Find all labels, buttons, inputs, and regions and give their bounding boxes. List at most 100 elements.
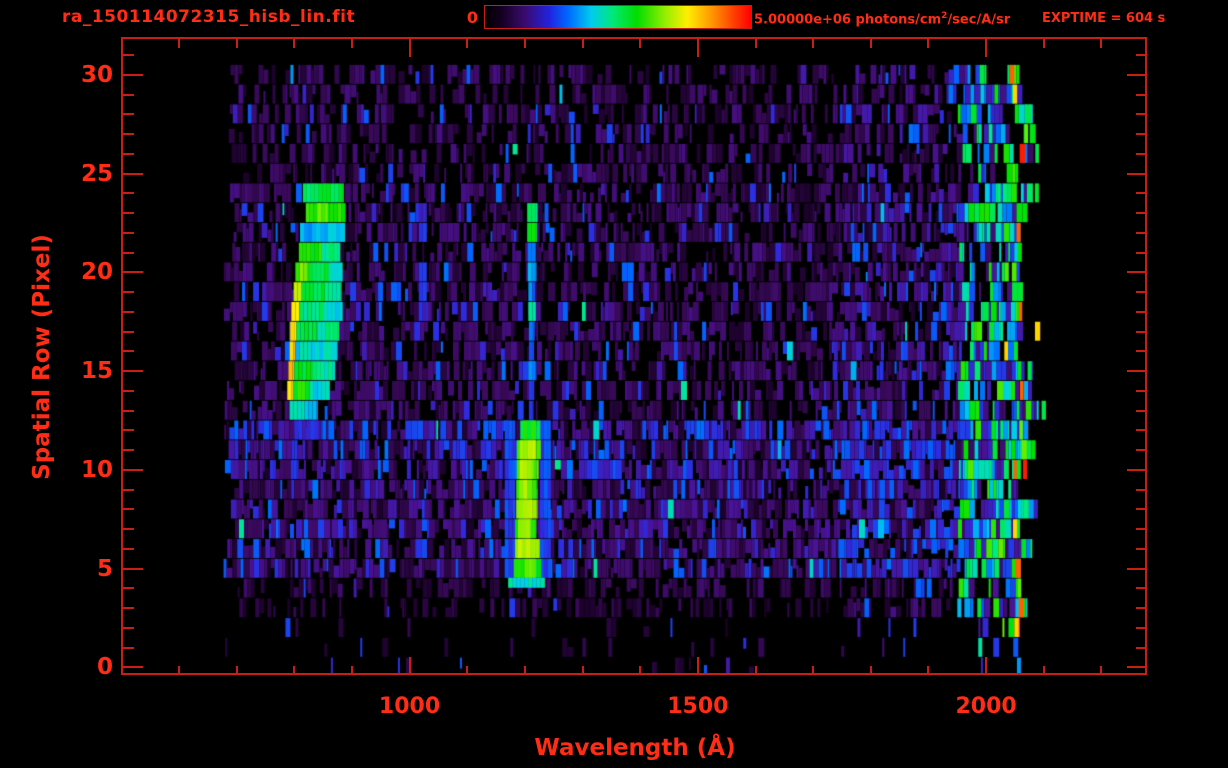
y-tick <box>1136 252 1147 254</box>
y-axis-title: Spatial Row (Pixel) <box>29 234 55 480</box>
y-tick <box>1136 429 1147 431</box>
y-tick <box>1136 449 1147 451</box>
spectral-heatmap-canvas <box>123 39 1147 675</box>
y-tick <box>1136 390 1147 392</box>
y-tick <box>1136 548 1147 550</box>
colorbar <box>484 5 752 29</box>
y-tick <box>1127 469 1147 471</box>
y-tick <box>1136 350 1147 352</box>
y-tick <box>1127 271 1147 273</box>
y-tick <box>1127 173 1147 175</box>
y-tick <box>1136 331 1147 333</box>
x-tick <box>409 39 411 57</box>
y-tick <box>123 627 134 629</box>
y-tick <box>1136 311 1147 313</box>
y-tick <box>1136 192 1147 194</box>
x-tick <box>1043 39 1045 48</box>
y-tick <box>123 192 134 194</box>
y-tick <box>1136 508 1147 510</box>
colorbar-max-value: 5.00000e+06 photons/cm <box>754 12 941 27</box>
y-tick <box>1136 607 1147 609</box>
y-tick <box>123 133 134 135</box>
y-tick <box>123 74 143 76</box>
y-tick <box>123 647 134 649</box>
y-tick <box>1127 370 1147 372</box>
y-tick <box>1136 410 1147 412</box>
y-tick <box>123 568 143 570</box>
x-tick <box>927 39 929 48</box>
x-tick <box>697 39 699 57</box>
x-tick <box>985 657 987 675</box>
x-tick <box>812 666 814 675</box>
y-tick <box>123 173 143 175</box>
y-tick <box>123 94 134 96</box>
y-tick <box>1136 113 1147 115</box>
y-tick <box>1136 54 1147 56</box>
y-tick <box>123 429 134 431</box>
idl-spectral-image-viewer: { "header": { "title": "ra_150114072315_… <box>0 0 1228 768</box>
x-tick <box>1043 666 1045 675</box>
y-tick <box>1136 232 1147 234</box>
x-tick <box>409 657 411 675</box>
x-tick <box>582 39 584 48</box>
y-tick <box>123 370 143 372</box>
y-tick <box>1127 666 1147 668</box>
x-tick <box>870 39 872 48</box>
y-tick-label: 20 <box>53 259 113 285</box>
x-tick <box>293 666 295 675</box>
x-tick <box>351 666 353 675</box>
y-tick <box>123 508 134 510</box>
x-axis-title: Wavelength (Å) <box>534 735 735 761</box>
x-tick <box>466 39 468 48</box>
y-tick <box>123 252 134 254</box>
x-tick <box>812 39 814 48</box>
x-tick-label: 2000 <box>926 694 1046 719</box>
y-tick-label: 5 <box>53 556 113 582</box>
y-tick <box>1127 568 1147 570</box>
y-tick <box>1136 133 1147 135</box>
y-tick <box>123 607 134 609</box>
y-tick <box>123 54 134 56</box>
y-tick <box>123 311 134 313</box>
x-tick <box>582 666 584 675</box>
x-tick <box>236 666 238 675</box>
x-tick <box>927 666 929 675</box>
x-tick <box>1100 666 1102 675</box>
colorbar-units-suffix: /sec/A/sr <box>947 12 1010 27</box>
y-tick <box>123 666 143 668</box>
y-tick <box>1136 291 1147 293</box>
x-tick <box>755 666 757 675</box>
y-tick <box>123 489 134 491</box>
x-tick <box>351 39 353 48</box>
x-tick <box>524 39 526 48</box>
y-tick <box>123 548 134 550</box>
x-tick <box>178 666 180 675</box>
y-tick <box>1127 74 1147 76</box>
y-tick <box>123 449 134 451</box>
y-tick <box>123 291 134 293</box>
x-tick <box>236 39 238 48</box>
y-tick <box>123 232 134 234</box>
y-tick <box>1136 627 1147 629</box>
x-tick <box>466 666 468 675</box>
y-tick <box>123 390 134 392</box>
x-tick-label: 1000 <box>350 694 470 719</box>
y-tick-label: 15 <box>53 358 113 384</box>
x-tick-label: 1500 <box>638 694 758 719</box>
x-tick <box>697 657 699 675</box>
y-tick <box>1136 647 1147 649</box>
y-tick <box>123 113 134 115</box>
x-tick <box>1100 39 1102 48</box>
y-tick <box>1136 587 1147 589</box>
exptime-label: EXPTIME = 604 s <box>1042 11 1165 26</box>
y-tick <box>1136 212 1147 214</box>
colorbar-min-label: 0 <box>448 8 478 27</box>
y-tick <box>1136 489 1147 491</box>
y-tick-label: 0 <box>53 654 113 680</box>
y-tick <box>123 212 134 214</box>
x-tick <box>178 39 180 48</box>
y-tick <box>123 271 143 273</box>
y-tick <box>1136 528 1147 530</box>
x-tick <box>524 666 526 675</box>
y-tick-label: 25 <box>53 161 113 187</box>
